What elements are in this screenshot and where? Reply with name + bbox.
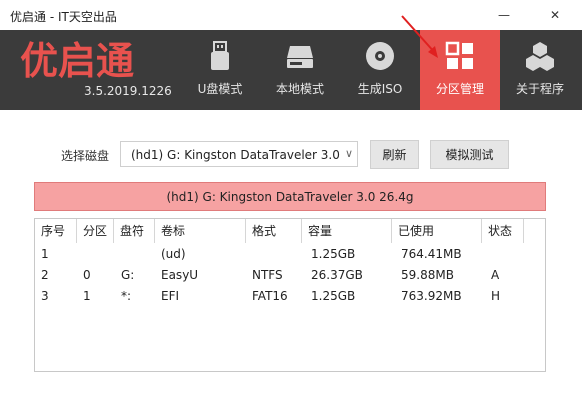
table-cell: 3 <box>41 289 49 303</box>
nav-label: 生成ISO <box>357 82 403 96</box>
minimize-button[interactable]: — <box>491 4 517 26</box>
disk-select-value: (hd1) G: Kingston DataTraveler 3.0 26.4g <box>131 148 341 162</box>
selected-disk-text: (hd1) G: Kingston DataTraveler 3.0 26.4g <box>166 189 414 204</box>
column-header[interactable]: 卷标 <box>155 219 246 243</box>
column-header[interactable]: 序号 <box>35 219 77 243</box>
column-header[interactable]: 已使用 <box>392 219 482 243</box>
table-cell: 59.88MB <box>401 268 454 282</box>
table-cell: (ud) <box>161 247 186 261</box>
table-cell: A <box>491 268 500 282</box>
table-row[interactable]: 2 0 G: EasyU NTFS 26.37GB 59.88MB A <box>35 265 545 286</box>
partition-table[interactable]: 序号 分区 盘符 卷标 格式 容量 已使用 状态 1 (ud) 1.25GB 7… <box>34 218 546 372</box>
column-header[interactable]: 容量 <box>302 219 392 243</box>
table-cell: EFI <box>161 289 180 303</box>
column-header[interactable]: 分区 <box>77 219 114 243</box>
table-cell: 1 <box>41 247 49 261</box>
table-cell: 26.37GB <box>311 268 363 282</box>
column-header[interactable]: 盘符 <box>114 219 155 243</box>
app-logo: 优启通 <box>20 38 160 85</box>
table-row[interactable]: 3 1 *: EFI FAT16 1.25GB 763.92MB H <box>35 286 545 307</box>
close-button[interactable]: ✕ <box>542 4 568 26</box>
logo-graphic: 优启通 <box>20 39 134 83</box>
cubes-icon <box>526 42 554 71</box>
grid-icon <box>445 41 473 69</box>
nav-label: 分区管理 <box>435 82 484 96</box>
refresh-button-label: 刷新 <box>382 148 407 162</box>
simulate-test-button-label: 模拟测试 <box>445 148 494 162</box>
window-title: 优启通 - IT天空出品 <box>10 10 117 24</box>
table-cell: 1 <box>83 289 91 303</box>
nav-label: U盘模式 <box>197 82 243 96</box>
close-icon: ✕ <box>549 8 561 22</box>
disc-icon <box>366 42 394 70</box>
nav-label: 本地模式 <box>275 82 324 96</box>
title-bar: 优启通 - IT天空出品 — ✕ <box>0 0 582 30</box>
simulate-test-button[interactable]: 模拟测试 <box>430 140 509 169</box>
table-row[interactable]: 1 (ud) 1.25GB 764.41MB <box>35 244 545 265</box>
app-version: 3.5.2019.1226 <box>84 84 172 98</box>
nav-about[interactable]: 关于程序 <box>500 30 580 110</box>
usb-drive-icon <box>211 41 229 70</box>
chevron-down-icon: ∨ <box>344 147 353 160</box>
table-cell: 2 <box>41 268 49 282</box>
selected-disk-banner: (hd1) G: Kingston DataTraveler 3.0 26.4g <box>34 182 546 211</box>
table-cell: 0 <box>83 268 91 282</box>
column-header[interactable]: 状态 <box>482 219 524 243</box>
table-cell: EasyU <box>161 268 199 282</box>
refresh-button[interactable]: 刷新 <box>370 140 419 169</box>
table-cell: 764.41MB <box>401 247 462 261</box>
table-cell: G: <box>121 268 135 282</box>
hard-disk-icon <box>287 46 313 68</box>
disk-select[interactable]: (hd1) G: Kingston DataTraveler 3.0 26.4g… <box>120 141 358 167</box>
pointer-arrow-icon <box>401 15 438 58</box>
table-cell: *: <box>121 289 132 303</box>
nav-local-mode[interactable]: 本地模式 <box>260 30 340 110</box>
nav-u-disk-mode[interactable]: U盘模式 <box>180 30 260 110</box>
table-cell: 763.92MB <box>401 289 462 303</box>
logo-text: 优启通 <box>20 39 134 82</box>
minimize-icon: — <box>498 8 510 22</box>
nav-label: 关于程序 <box>515 82 564 96</box>
table-cell: H <box>491 289 501 303</box>
column-header[interactable]: 格式 <box>246 219 302 243</box>
table-cell: 1.25GB <box>311 247 356 261</box>
table-cell: FAT16 <box>252 289 288 303</box>
disk-select-label: 选择磁盘 <box>61 149 110 163</box>
table-cell: 1.25GB <box>311 289 356 303</box>
table-cell: NTFS <box>252 268 283 282</box>
